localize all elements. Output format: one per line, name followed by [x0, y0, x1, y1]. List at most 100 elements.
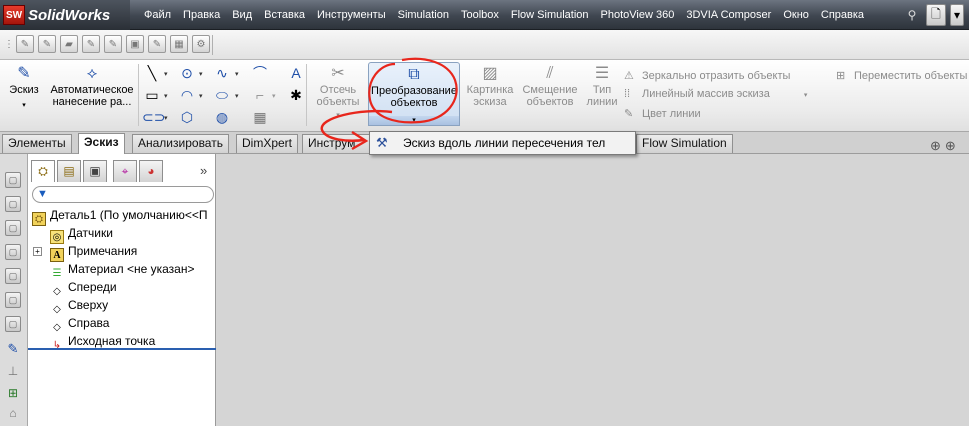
view-cube-icon-4[interactable]: ▢ [5, 244, 21, 260]
menu-edit[interactable]: Правка [177, 9, 226, 21]
view-cube-icon-3[interactable]: ▢ [5, 220, 21, 236]
menu-flow-simulation[interactable]: Flow Simulation [505, 9, 595, 21]
grid-icon[interactable]: ▦ [250, 108, 270, 126]
arc-dropdown-icon[interactable]: ▾ [199, 92, 203, 100]
sketch-tool-icon-7[interactable]: ▦ [170, 35, 188, 53]
new-dropdown-icon[interactable]: ▾ [950, 4, 964, 26]
chamfer-icon[interactable]: ⌐ [250, 86, 270, 104]
mirror-entities-item[interactable]: ⚠ Зеркально отразить объекты [624, 67, 807, 85]
menu-help[interactable]: Справка [815, 9, 870, 21]
menu-simulation[interactable]: Simulation [392, 9, 455, 21]
smart-dimension-icon: ⟡ [86, 65, 98, 82]
slot-icon[interactable]: ⊂⊃ [142, 108, 165, 126]
tree-item-right-plane[interactable]: ◇ Справа [50, 314, 109, 333]
arc-icon[interactable]: ◠ [177, 86, 197, 104]
tree-icon[interactable]: ⊞ [5, 386, 21, 402]
rectangle-dropdown-icon[interactable]: ▾ [164, 92, 168, 100]
menu-window[interactable]: Окно [777, 9, 815, 21]
tree-filter-input[interactable]: ▼ [32, 186, 214, 203]
sketch-tool-icon-2[interactable]: ✎ [38, 35, 56, 53]
sketch-tool-icon-1[interactable]: ✎ [16, 35, 34, 53]
trim-entities-button[interactable]: ✂ Отсечь объекты ▾ [312, 64, 364, 122]
sketch-tool-icon-8[interactable]: ⚙ [192, 35, 210, 53]
line-type-button[interactable]: ☰ Тип линии [584, 64, 620, 108]
linear-pattern-dropdown-icon[interactable]: ▾ [804, 92, 808, 99]
feature-tree-tab-icon[interactable]: ⛭ [31, 160, 55, 182]
chamfer-dropdown-icon[interactable]: ▾ [272, 92, 276, 100]
expand-panel-icon[interactable]: » [200, 163, 207, 178]
tab-dimxpert[interactable]: DimXpert [236, 134, 299, 153]
ellipse-icon[interactable]: ⬭ [212, 86, 232, 104]
sketch-tool-icon-3[interactable]: ✎ [82, 35, 100, 53]
plane-icon[interactable]: ◍ [212, 108, 232, 126]
circle-icon[interactable]: ⊙ [177, 64, 197, 82]
intersection-curve-item[interactable]: Эскиз вдоль линии пересечения тел [403, 132, 605, 154]
menu-tools[interactable]: Инструменты [311, 9, 392, 21]
tree-item-material[interactable]: ☰ Материал <не указан> [50, 260, 195, 279]
tree-item-front-plane[interactable]: ◇ Спереди [50, 278, 117, 297]
view-cube-icon-5[interactable]: ▢ [5, 268, 21, 284]
app-logo[interactable]: SW SolidWorks [0, 0, 130, 30]
view-cube-icon-6[interactable]: ▢ [5, 292, 21, 308]
new-document-icon[interactable]: 🗋 [926, 4, 946, 26]
trim-dropdown-icon[interactable]: ▾ [312, 110, 364, 122]
graphics-area[interactable] [217, 154, 969, 426]
tab-flow-simulation[interactable]: Flow Simulation [636, 134, 733, 153]
property-manager-tab-icon[interactable]: ▤ [57, 160, 81, 182]
sketch-tool-icon-6[interactable]: ✎ [148, 35, 166, 53]
point-icon[interactable]: ✱ [286, 86, 306, 104]
tab-sketch[interactable]: Эскиз [78, 133, 125, 154]
text-icon[interactable]: A [286, 64, 306, 82]
move-entities-item[interactable]: ⊞ Переместить объекты [836, 67, 967, 85]
zoom-area-icon[interactable]: ⊕ [945, 138, 956, 154]
spline-icon[interactable]: ∿ [212, 64, 232, 82]
pin-icon[interactable]: ⚲ [902, 4, 922, 26]
linear-pattern-item[interactable]: ⁞⁞ Линейный массив эскиза ▾ [624, 85, 807, 105]
relation-icon[interactable]: ⊥ [5, 364, 21, 380]
zoom-to-fit-icon[interactable]: ⊕ [930, 138, 941, 154]
misc-tool-icon[interactable]: ⌂ [5, 406, 21, 422]
sketch-picture-button[interactable]: ▨ Картинка эскиза [464, 64, 516, 108]
menu-photoview[interactable]: PhotoView 360 [595, 9, 681, 21]
rectangle-icon[interactable]: ▭ [142, 86, 162, 104]
smart-dimension-button[interactable]: ⟡ Автоматическое нанесение ра... [46, 64, 138, 108]
rollback-bar[interactable] [28, 348, 216, 350]
sketch-tool-icon[interactable]: ✎ [5, 342, 21, 358]
line-color-item[interactable]: ✎ Цвет линии [624, 105, 807, 123]
sketch-tool-icon-5[interactable]: ▣ [126, 35, 144, 53]
display-manager-tab-icon[interactable]: ◕ [139, 160, 163, 182]
convert-dropdown-icon[interactable]: ▾ [368, 116, 460, 126]
view-cube-icon-7[interactable]: ▢ [5, 316, 21, 332]
polygon-icon[interactable]: ⬡ [177, 108, 197, 126]
line-icon[interactable]: ╲ [142, 64, 162, 82]
dimxpert-tab-icon[interactable]: ⌖ [113, 160, 137, 182]
tree-root-part[interactable]: ⛭ Деталь1 (По умолчанию<<П [32, 206, 208, 226]
view-cube-icon-1[interactable]: ▢ [5, 172, 21, 188]
expand-annotations-icon[interactable]: + [33, 247, 42, 256]
sketch-tool-icon-4[interactable]: ✎ [104, 35, 122, 53]
tree-item-sensors[interactable]: ◎ Датчики [50, 224, 113, 244]
tab-tools[interactable]: Инструм [302, 134, 372, 153]
menu-view[interactable]: Вид [226, 9, 258, 21]
ellipse-dropdown-icon[interactable]: ▾ [235, 92, 239, 100]
offset-entities-button[interactable]: ⫽ Смещение объектов [520, 64, 580, 108]
spline-dropdown-icon[interactable]: ▾ [235, 70, 239, 78]
menu-toolbox[interactable]: Toolbox [455, 9, 505, 21]
tree-item-label: Материал <не указан> [68, 262, 195, 276]
circle-dropdown-icon[interactable]: ▾ [199, 70, 203, 78]
tree-item-annotations[interactable]: A Примечания [50, 242, 137, 262]
folder-sketch-icon[interactable]: ▰ [60, 35, 78, 53]
view-cube-icon-2[interactable]: ▢ [5, 196, 21, 212]
menu-insert[interactable]: Вставка [258, 9, 311, 21]
slot-dropdown-icon[interactable]: ▾ [164, 114, 168, 122]
menu-file[interactable]: Файл [138, 9, 177, 21]
configuration-manager-tab-icon[interactable]: ▣ [83, 160, 107, 182]
tab-evaluate[interactable]: Анализировать [132, 134, 229, 153]
sketch-dropdown-icon[interactable]: ▾ [6, 100, 42, 112]
sketch-button[interactable]: ✎ Эскиз ▾ [6, 64, 42, 112]
tab-features[interactable]: Элементы [2, 134, 72, 153]
tree-item-top-plane[interactable]: ◇ Сверху [50, 296, 108, 315]
fillet-icon[interactable]: ⌒ [250, 64, 270, 82]
line-dropdown-icon[interactable]: ▾ [164, 70, 168, 78]
menu-3dvia-composer[interactable]: 3DVIA Composer [680, 9, 777, 21]
